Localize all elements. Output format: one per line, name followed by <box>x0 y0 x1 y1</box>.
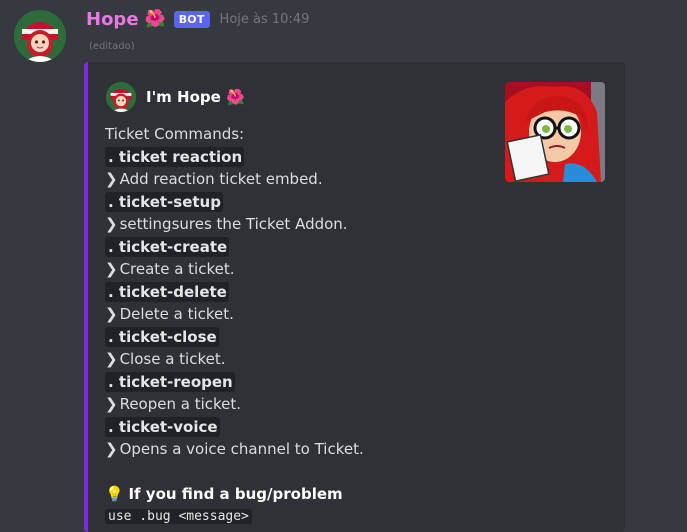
chevron-right-icon: ❯ <box>105 305 118 323</box>
command-code: . ticket-create <box>105 236 230 257</box>
hibiscus-icon: 🌺 <box>144 8 166 29</box>
command-description-row: ❯ settingsures the Ticket Addon. <box>105 213 505 236</box>
command-description-row: ❯ Add reaction ticket embed. <box>105 168 505 191</box>
bug-usage-code: use .bug <message> <box>105 508 252 524</box>
command-row: . ticket-setup <box>105 191 505 214</box>
message-header: Hope 🌺 BOT Hoje às 10:49 <box>86 6 309 32</box>
chevron-right-icon: ❯ <box>105 170 118 188</box>
command-description-row: ❯ Opens a voice channel to Ticket. <box>105 438 505 461</box>
command-code: . ticket-reopen <box>105 371 235 392</box>
command-code: . ticket-setup <box>105 191 223 212</box>
command-description: Add reaction ticket embed. <box>119 170 323 188</box>
timestamp[interactable]: Hoje às 10:49 <box>220 12 310 27</box>
command-code: . ticket-close <box>105 326 219 347</box>
bug-heading: 💡 If you find a bug/problem <box>105 483 505 506</box>
embed-description: Ticket Commands: . ticket reaction ❯ Add r… <box>105 123 505 528</box>
command-description: Create a ticket. <box>119 260 235 278</box>
command-description: settingsures the Ticket Addon. <box>119 215 348 233</box>
bug-title: If you find a bug/problem <box>128 485 343 503</box>
bot-avatar[interactable] <box>14 10 66 62</box>
edited-label: (editado) <box>89 41 135 52</box>
command-list: . ticket reaction ❯ Add reaction ticket em… <box>105 146 505 461</box>
bot-badge: BOT <box>173 10 210 28</box>
chevron-right-icon: ❯ <box>105 215 118 233</box>
command-description-row: ❯ Reopen a ticket. <box>105 393 505 416</box>
ticket-embed: I'm Hope 🌺 Ticket Commands: . ticket rea… <box>84 62 625 532</box>
author-avatar <box>106 82 136 112</box>
chevron-right-icon: ❯ <box>105 350 118 368</box>
command-description-row: ❯ Create a ticket. <box>105 258 505 281</box>
command-row: . ticket-reopen <box>105 371 505 394</box>
chevron-right-icon: ❯ <box>105 260 118 278</box>
command-row: . ticket-close <box>105 326 505 349</box>
command-code: . ticket reaction <box>105 146 245 167</box>
command-description: Close a ticket. <box>119 350 226 368</box>
command-description-row: ❯ Close a ticket. <box>105 348 505 371</box>
embed-author: I'm Hope 🌺 <box>106 82 245 112</box>
command-code: . ticket-voice <box>105 416 220 437</box>
bug-usage: use .bug <message> <box>105 506 505 529</box>
username[interactable]: Hope <box>86 9 139 30</box>
command-code: . ticket-delete <box>105 281 229 302</box>
command-row: . ticket reaction <box>105 146 505 169</box>
commands-heading: Ticket Commands: <box>105 125 245 143</box>
embed-author-name: I'm Hope 🌺 <box>146 88 245 106</box>
command-description: Delete a ticket. <box>119 305 234 323</box>
light-bulb-icon: 💡 <box>105 485 124 503</box>
chevron-right-icon: ❯ <box>105 440 118 458</box>
command-row: . ticket-voice <box>105 416 505 439</box>
command-row: . ticket-delete <box>105 281 505 304</box>
command-description: Reopen a ticket. <box>119 395 242 413</box>
command-description: Opens a voice channel to Ticket. <box>119 440 364 458</box>
embed-thumbnail[interactable] <box>505 82 605 182</box>
chevron-right-icon: ❯ <box>105 395 118 413</box>
command-description-row: ❯ Delete a ticket. <box>105 303 505 326</box>
command-row: . ticket-create <box>105 236 505 259</box>
